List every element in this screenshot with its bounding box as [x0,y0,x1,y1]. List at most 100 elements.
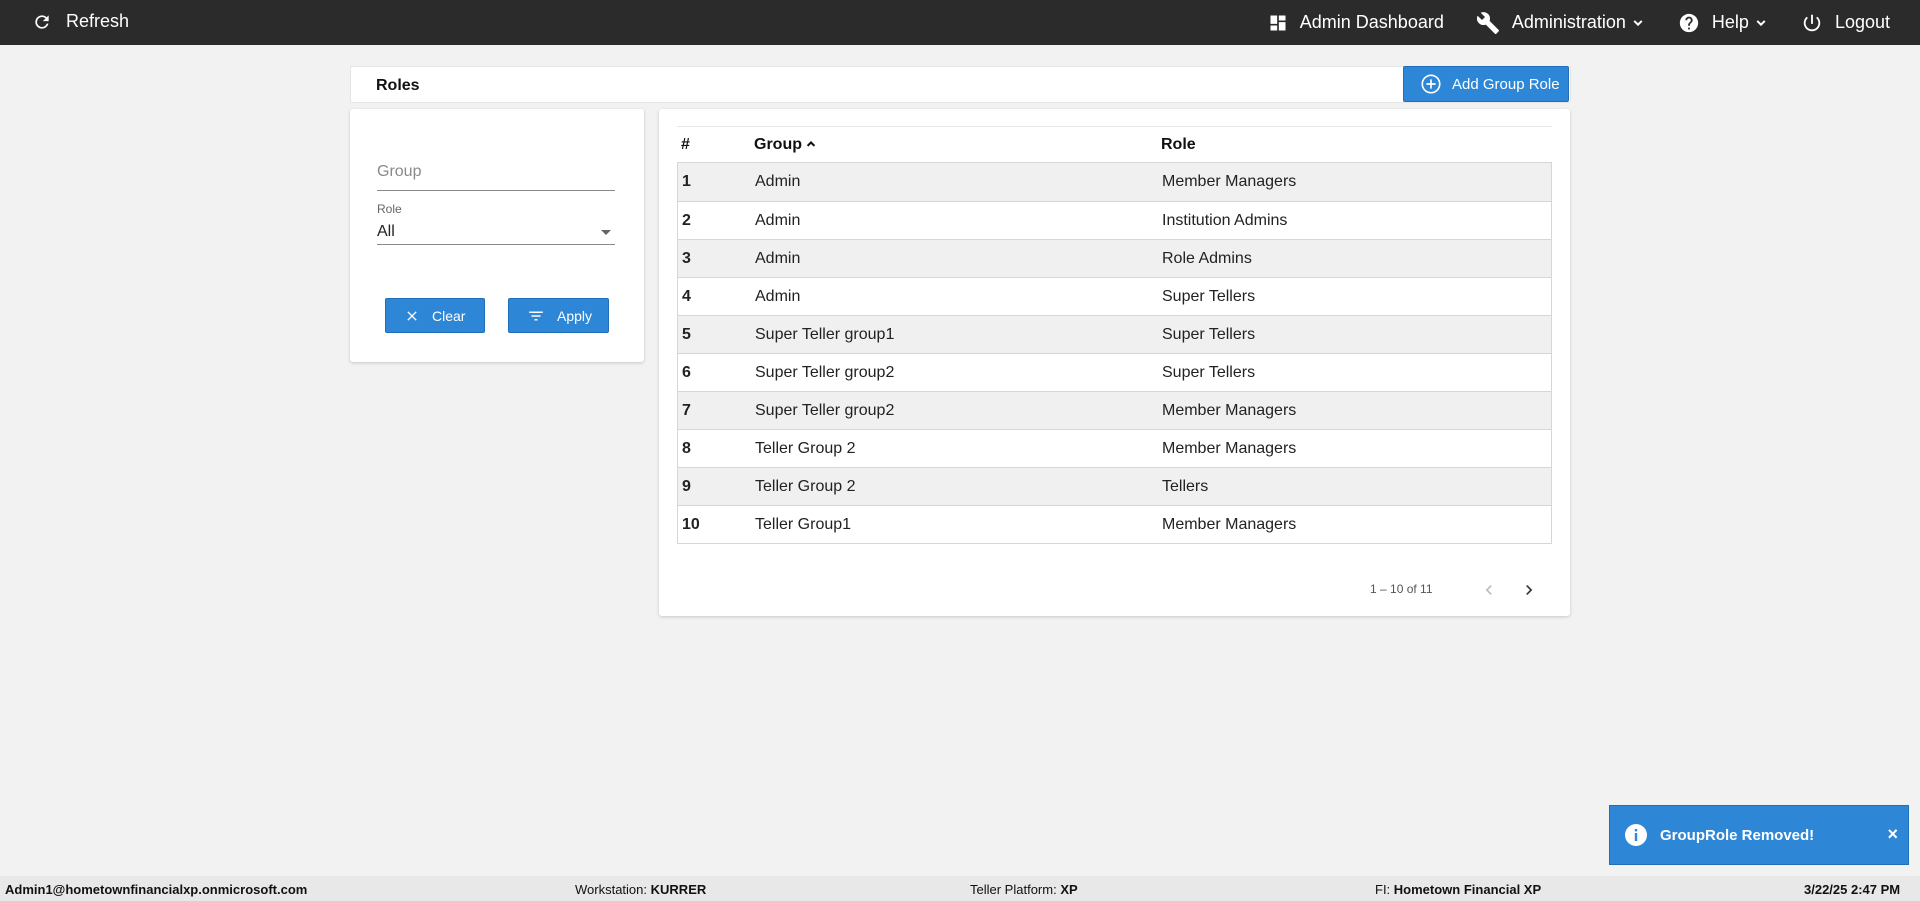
status-bar: Admin1@hometownfinancialxp.onmicrosoft.c… [0,876,1920,901]
role-filter-value: All [377,222,395,240]
notification-toast: GroupRole Removed! × [1609,805,1909,865]
row-group: Teller Group 2 [755,477,856,495]
roles-table-panel: # Group Role 1 Admin Member Managers 2 A… [659,109,1570,616]
row-group: Super Teller group2 [755,401,895,419]
role-filter-label: Role [377,202,402,216]
row-group: Admin [755,249,801,267]
dashboard-icon [1270,15,1286,30]
row-group: Teller Group 2 [755,439,856,457]
previous-page-button[interactable] [1478,579,1500,601]
table-row[interactable]: 10 Teller Group1 Member Managers [678,505,1551,543]
roles-header-bar: Roles [350,66,1571,103]
row-role: Role Admins [1162,249,1252,267]
status-user: Admin1@hometownfinancialxp.onmicrosoft.c… [5,882,308,897]
toast-close-button[interactable]: × [1887,824,1898,845]
chevron-right-icon [1526,585,1533,595]
clear-label: Clear [432,307,466,324]
row-num: 5 [682,325,691,343]
table-row[interactable]: 5 Super Teller group1 Super Tellers [678,315,1551,353]
row-role: Tellers [1162,477,1209,495]
row-role: Member Managers [1162,401,1297,419]
filter-panel: Role All Clear Apply [350,109,644,362]
row-role: Member Managers [1162,439,1297,457]
header-group[interactable]: Group [754,136,1161,154]
row-group: Teller Group1 [755,515,852,533]
row-num: 3 [682,249,691,267]
row-role: Super Tellers [1162,325,1256,343]
apply-button[interactable]: Apply [508,298,609,333]
header-group-label: Group [754,135,802,153]
help-icon [1679,13,1699,32]
status-fi: FI: Hometown Financial XP [1375,882,1542,897]
top-nav-bar: Refresh Admin Dashboard Administration H… [0,0,1920,45]
group-filter-field [377,153,615,191]
header-role[interactable]: Role [1161,136,1552,154]
header-num: # [681,135,690,153]
row-role: Super Tellers [1162,363,1256,381]
status-teller-platform: Teller Platform: XP [970,882,1078,897]
table-header: # Group Role [677,126,1552,162]
wrench-icon [1476,11,1499,34]
logout-button[interactable]: Logout [1801,12,1890,34]
info-icon [1625,824,1647,846]
paginator: 1 – 10 of 11 [659,579,1570,609]
next-page-button[interactable] [1518,579,1540,601]
table-row[interactable]: 7 Super Teller group2 Member Managers [678,391,1551,429]
row-num: 6 [682,363,691,381]
refresh-label: Refresh [66,11,130,31]
row-group: Admin [755,211,801,229]
refresh-icon [35,14,49,29]
admin-dashboard-link[interactable]: Admin Dashboard [1268,12,1444,33]
administration-label: Administration [1511,12,1626,32]
row-role: Member Managers [1162,173,1297,190]
chevron-left-icon [1485,585,1492,595]
admin-dashboard-label: Admin Dashboard [1299,12,1444,32]
add-group-role-label: Add Group Role [1452,75,1560,93]
row-group: Super Teller group1 [755,325,895,343]
table-row[interactable]: 3 Admin Role Admins [678,239,1551,277]
row-num: 2 [682,211,691,229]
table-row[interactable]: 8 Teller Group 2 Member Managers [678,429,1551,467]
chevron-down-icon [1633,19,1643,26]
status-datetime: 3/22/25 2:47 PM [1804,882,1901,897]
power-icon [1803,14,1821,31]
role-filter-select[interactable]: All [377,219,615,245]
row-role: Institution Admins [1162,211,1288,229]
row-group: Super Teller group2 [755,363,895,381]
row-num: 10 [682,515,700,533]
help-menu[interactable]: Help [1678,12,1769,34]
add-group-role-button[interactable]: Add Group Role [1403,66,1569,102]
refresh-button[interactable]: Refresh [32,11,129,32]
table-row[interactable]: 4 Admin Super Tellers [678,277,1551,315]
clear-button[interactable]: Clear [385,298,485,333]
group-filter-input[interactable] [377,153,615,181]
help-label: Help [1711,12,1749,32]
row-num: 7 [682,401,691,419]
table-row[interactable]: 9 Teller Group 2 Tellers [678,467,1551,505]
row-num: 9 [682,477,691,495]
roles-table: # Group Role 1 Admin Member Managers 2 A… [677,126,1552,544]
table-body: 1 Admin Member Managers 2 Admin Institut… [677,162,1552,544]
apply-label: Apply [557,307,593,324]
table-row[interactable]: 6 Super Teller group2 Super Tellers [678,353,1551,391]
add-circle-icon [1421,74,1441,94]
row-role: Member Managers [1162,515,1297,533]
filter-icon [529,311,543,320]
dropdown-arrow-icon [601,230,611,235]
close-icon [407,310,417,321]
status-workstation: Workstation: KURRER [575,882,707,897]
pager-range-label: 1 – 10 of 11 [1370,582,1433,596]
toast-message: GroupRole Removed! [1660,826,1815,844]
sort-ascending-icon [806,141,816,147]
table-row[interactable]: 2 Admin Institution Admins [678,201,1551,239]
row-num: 1 [682,173,691,190]
row-group: Admin [755,173,801,190]
administration-menu[interactable]: Administration [1476,11,1646,35]
row-num: 4 [682,287,691,305]
row-group: Admin [755,287,801,305]
chevron-down-icon [1756,19,1766,26]
table-row[interactable]: 1 Admin Member Managers [678,163,1551,201]
page-title: Roles [376,77,420,94]
row-role: Super Tellers [1162,287,1256,305]
row-num: 8 [682,439,691,457]
